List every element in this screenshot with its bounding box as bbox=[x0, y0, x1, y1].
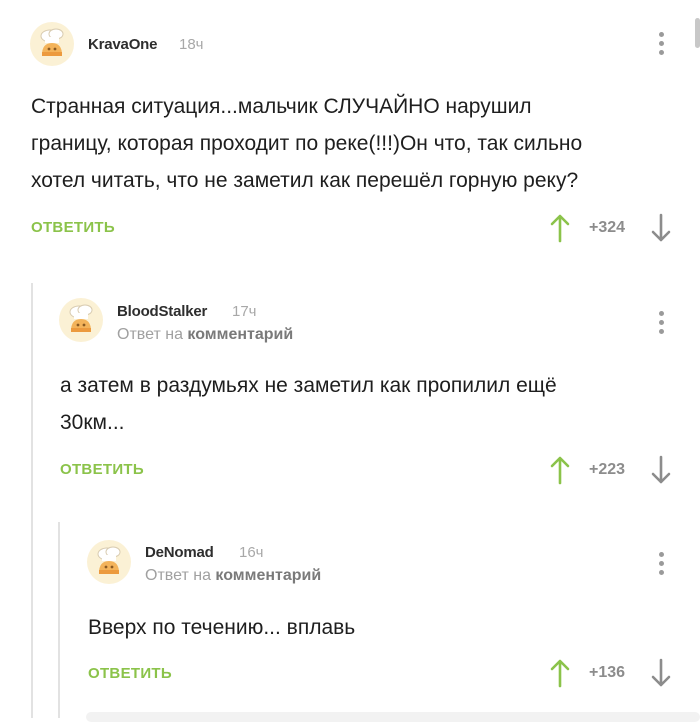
more-vertical-icon[interactable] bbox=[659, 311, 665, 338]
thread-line-level-2 bbox=[58, 522, 60, 718]
reply-to-prefix: Ответ на bbox=[145, 567, 211, 584]
comment-text: Странная ситуация...мальчик СЛУЧАЙНО нар… bbox=[31, 88, 582, 199]
reply-button[interactable]: ОТВЕТИТЬ bbox=[88, 665, 172, 682]
thread-line-level-1 bbox=[31, 283, 33, 718]
reply-button[interactable]: ОТВЕТИТЬ bbox=[31, 219, 115, 236]
comment-text-line: Странная ситуация...мальчик СЛУЧАЙНО нар… bbox=[31, 95, 532, 118]
vote-score: +223 bbox=[589, 461, 626, 478]
reply-to-prefix: Ответ на bbox=[117, 326, 183, 343]
arrow-up-icon[interactable] bbox=[549, 455, 571, 485]
vote-score: +136 bbox=[589, 664, 626, 681]
reply-to-note: Ответ на комментарий bbox=[145, 567, 321, 585]
reply-to-link[interactable]: комментарий bbox=[215, 567, 321, 584]
arrow-down-icon[interactable] bbox=[650, 658, 672, 688]
default-avatar-icon bbox=[69, 304, 93, 332]
username[interactable]: BloodStalker bbox=[117, 303, 207, 320]
default-avatar-icon bbox=[97, 546, 121, 574]
next-comment-card bbox=[86, 712, 700, 722]
comment-text-line: Вверх по течению... вплавь bbox=[88, 616, 356, 639]
avatar[interactable] bbox=[30, 22, 74, 66]
comment-text: а затем в раздумьях не заметил как пропи… bbox=[60, 367, 557, 441]
comment-text-line: хотел читать, что не заметил как перешёл… bbox=[31, 169, 579, 192]
scrollbar[interactable] bbox=[695, 18, 700, 48]
arrow-down-icon[interactable] bbox=[650, 213, 672, 243]
comment-text: Вверх по течению... вплавь bbox=[88, 609, 355, 646]
vote-score: +324 bbox=[589, 219, 626, 236]
comment-time: 16ч bbox=[239, 544, 264, 561]
comment-time: 18ч bbox=[179, 36, 204, 53]
default-avatar-icon bbox=[40, 28, 64, 56]
username[interactable]: DeNomad bbox=[145, 544, 214, 561]
comment-time: 17ч bbox=[232, 303, 257, 320]
avatar[interactable] bbox=[87, 540, 131, 584]
reply-to-note: Ответ на комментарий bbox=[117, 326, 293, 344]
username[interactable]: KravaOne bbox=[88, 36, 157, 53]
arrow-down-icon[interactable] bbox=[650, 455, 672, 485]
arrow-up-icon[interactable] bbox=[549, 658, 571, 688]
reply-button[interactable]: ОТВЕТИТЬ bbox=[60, 461, 144, 478]
arrow-up-icon[interactable] bbox=[549, 213, 571, 243]
comment-text-line: 30км... bbox=[60, 411, 125, 434]
comment-text-line: границу, которая проходит по реке(!!!)Он… bbox=[31, 132, 583, 155]
more-vertical-icon[interactable] bbox=[659, 552, 665, 579]
avatar[interactable] bbox=[59, 298, 103, 342]
comment-text-line: а затем в раздумьях не заметил как пропи… bbox=[60, 374, 557, 397]
reply-to-link[interactable]: комментарий bbox=[187, 326, 293, 343]
more-vertical-icon[interactable] bbox=[659, 32, 665, 59]
